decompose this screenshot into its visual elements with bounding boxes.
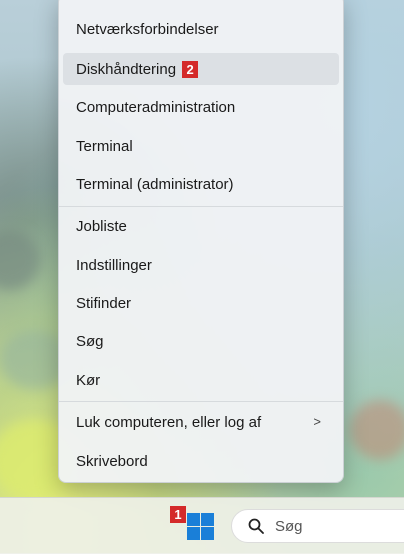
menu-item-label: Netværksforbindelser xyxy=(76,20,219,38)
wallpaper-blob xyxy=(350,400,404,460)
windows-logo-pane xyxy=(187,527,200,540)
search-icon xyxy=(248,518,264,534)
menu-item-label: Indstillinger xyxy=(76,256,152,274)
menu-item-label: Stifinder xyxy=(76,294,132,312)
windows-logo-pane xyxy=(201,527,214,540)
menu-item-task-manager[interactable]: Jobliste xyxy=(63,210,339,242)
menu-item-label: Søg xyxy=(76,332,104,350)
chevron-right-icon: > xyxy=(313,414,321,429)
menu-item-label: Computeradministration xyxy=(76,98,236,116)
menu-item-label: Terminal (administrator) xyxy=(76,175,234,193)
menu-item-settings[interactable]: Indstillinger xyxy=(63,249,339,281)
menu-separator xyxy=(59,206,343,207)
menu-item-label: Jobliste xyxy=(76,217,127,235)
menu-item-network-connections[interactable]: Netværksforbindelser xyxy=(63,13,339,45)
windows-logo-pane xyxy=(187,513,200,526)
taskbar: 1 Søg xyxy=(0,497,404,554)
step-badge: 1 xyxy=(170,506,186,523)
quick-link-menu: Netværksforbindelser Diskhåndtering 2 Co… xyxy=(58,0,344,483)
taskbar-search-box[interactable]: Søg xyxy=(231,509,404,543)
menu-item-label: Skrivebord xyxy=(76,452,148,470)
step-badge: 2 xyxy=(182,60,199,78)
menu-item-terminal-admin[interactable]: Terminal (administrator) xyxy=(63,168,339,200)
menu-item-search[interactable]: Søg xyxy=(63,325,339,357)
wallpaper-blob xyxy=(0,230,40,290)
windows-logo-icon[interactable] xyxy=(187,513,214,540)
windows-logo-pane xyxy=(201,513,214,526)
menu-item-computer-management[interactable]: Computeradministration xyxy=(63,91,339,123)
menu-separator xyxy=(59,401,343,402)
menu-item-file-explorer[interactable]: Stifinder xyxy=(63,287,339,319)
search-placeholder: Søg xyxy=(275,518,303,535)
menu-item-run[interactable]: Kør xyxy=(63,364,339,396)
menu-item-label: Kør xyxy=(76,371,101,389)
menu-item-label: Terminal xyxy=(76,137,133,155)
menu-item-shutdown-signout[interactable]: Luk computeren, eller log af > xyxy=(63,406,339,438)
menu-item-terminal[interactable]: Terminal xyxy=(63,130,339,162)
menu-item-desktop[interactable]: Skrivebord xyxy=(63,445,339,477)
menu-item-label: Luk computeren, eller log af xyxy=(76,413,262,431)
menu-item-disk-management[interactable]: Diskhåndtering 2 xyxy=(63,53,339,85)
menu-item-label: Diskhåndtering xyxy=(76,60,177,78)
